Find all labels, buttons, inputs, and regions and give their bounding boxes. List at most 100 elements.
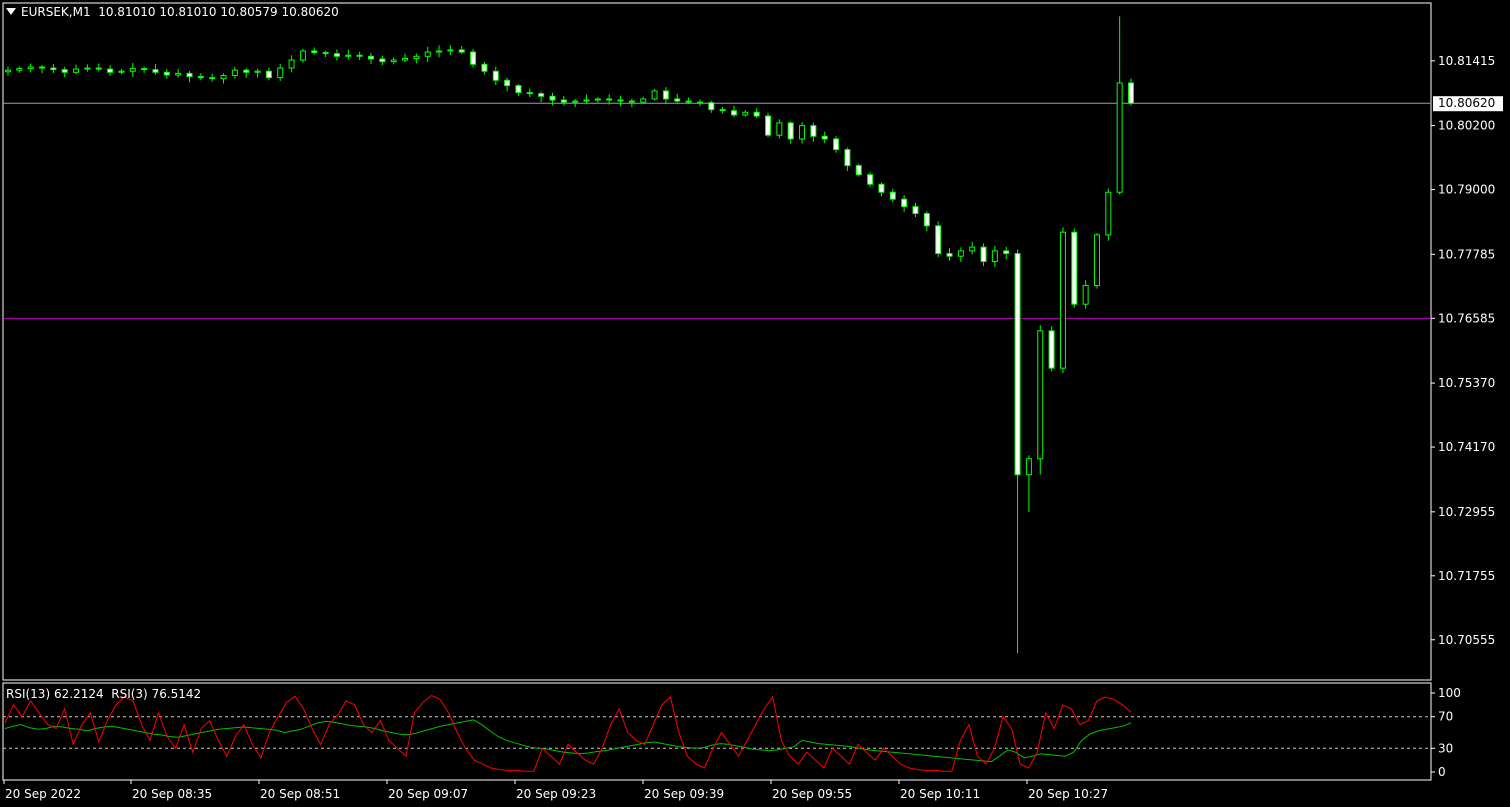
open-value: 10.81010 (98, 5, 156, 19)
bull-candle (1037, 330, 1044, 460)
rsi3-value: 76.5142 (151, 687, 202, 701)
symbol-header: EURSEK,M1 10.81010 10.81010 10.80579 10.… (6, 5, 339, 19)
chart-canvas: 10.81415 10.80200 10.79000 10.77785 10.76585… (2, 2, 1503, 801)
bear-candle (492, 70, 499, 81)
bull-candle (424, 51, 431, 57)
bear-candle (730, 110, 737, 116)
bull-candle (447, 49, 454, 52)
bear-candle (50, 67, 57, 71)
rsi-axis-label: 70 (1438, 710, 1453, 724)
bear-candle (935, 225, 942, 255)
bear-candle (458, 49, 465, 53)
bull-candle (5, 69, 11, 73)
bear-candle (549, 95, 556, 101)
bear-candle (481, 63, 488, 72)
bull-candle (277, 67, 284, 79)
bear-candle (367, 55, 374, 60)
bull-candle (402, 57, 409, 61)
bear-candle (152, 69, 159, 73)
bull-candle (742, 111, 749, 116)
rsi-axis-label: 0 (1438, 765, 1446, 779)
time-axis-label: 20 Sep 09:39 (644, 787, 724, 801)
bull-candle (594, 98, 601, 101)
bull-candle (1093, 234, 1100, 287)
bear-candle (1128, 82, 1134, 104)
bull-candle (73, 68, 80, 73)
bear-candle (356, 54, 363, 57)
bear-candle (867, 174, 874, 185)
bull-candle (1105, 191, 1112, 236)
bear-candle (333, 53, 340, 57)
bear-candle (1048, 330, 1055, 369)
bear-candle (946, 253, 953, 257)
bull-candle (651, 90, 658, 100)
bear-candle (674, 98, 681, 102)
time-axis-label: 20 Sep 10:11 (900, 787, 980, 801)
bear-candle (889, 191, 896, 200)
price-axis-label: 10.77785 (1438, 247, 1495, 261)
dropdown-triangle-icon[interactable] (6, 8, 16, 15)
rsi3-label: RSI(3) (111, 687, 148, 701)
price-axis-label: 10.80200 (1438, 119, 1495, 133)
rsi-axis-label: 100 (1438, 686, 1461, 700)
rsi-pane-frame (2, 682, 1432, 781)
time-axis-label: 20 Sep 08:51 (260, 787, 340, 801)
bull-candle (413, 55, 420, 59)
bear-candle (538, 93, 545, 97)
bear-candle (878, 183, 885, 193)
bear-candle (209, 77, 216, 80)
bear-candle (197, 76, 204, 79)
bear-candle (753, 111, 760, 117)
bear-candle (912, 206, 919, 215)
bull-candle (175, 72, 182, 76)
low-value: 10.80579 (220, 5, 278, 19)
bear-candle (379, 58, 386, 63)
price-axis-label: 10.79000 (1438, 183, 1495, 197)
rsi13-label: RSI(13) (6, 687, 51, 701)
bull-candle (583, 99, 590, 102)
price-axis-label: 10.74170 (1438, 440, 1495, 454)
bull-candle (220, 74, 227, 80)
price-axis-label: 10.81415 (1438, 54, 1495, 68)
bear-candle (901, 198, 908, 208)
bear-candle (1003, 250, 1010, 255)
price-axis-label: 10.75370 (1438, 376, 1495, 390)
time-axis-label: 20 Sep 10:27 (1028, 787, 1108, 801)
price-axis-label: 10.72955 (1438, 505, 1495, 519)
bull-candle (299, 50, 306, 61)
price-axis-label: 10.76585 (1438, 311, 1495, 325)
bear-candle (628, 100, 635, 103)
bull-candle (390, 59, 397, 63)
time-axis-label: 20 Sep 08:35 (132, 787, 212, 801)
bull-candle (1025, 458, 1032, 476)
bear-candle (470, 51, 477, 65)
time-axis-label: 20 Sep 09:07 (388, 787, 468, 801)
bull-candle (231, 69, 238, 76)
time-axis-label: 20 Sep 09:55 (772, 787, 852, 801)
bear-candle (810, 125, 817, 137)
bull-candle (27, 66, 34, 70)
bear-candle (923, 213, 930, 227)
bear-candle (606, 98, 613, 101)
bear-candle (265, 70, 272, 79)
bull-candle (991, 250, 998, 263)
price-axis-label: 10.70555 (1438, 633, 1495, 647)
bull-candle (288, 59, 295, 69)
bull-candle (799, 125, 806, 140)
bear-candle (719, 109, 726, 112)
bear-candle (833, 138, 840, 151)
bull-candle (118, 70, 125, 73)
bull-candle (640, 98, 647, 103)
price-axis-label: 10.71755 (1438, 569, 1495, 583)
bear-candle (980, 246, 987, 263)
time-axis-label: 20 Sep 09:23 (516, 787, 596, 801)
bear-candle (243, 69, 250, 73)
close-value: 10.80620 (281, 5, 339, 19)
bear-candle (95, 67, 102, 70)
bear-candle (504, 79, 511, 87)
bear-candle (662, 90, 669, 100)
symbol-label: EURSEK,M1 (21, 5, 91, 19)
time-axis-label: 20 Sep 2022 (5, 787, 81, 801)
bear-candle (821, 135, 828, 140)
bull-candle (84, 67, 91, 70)
